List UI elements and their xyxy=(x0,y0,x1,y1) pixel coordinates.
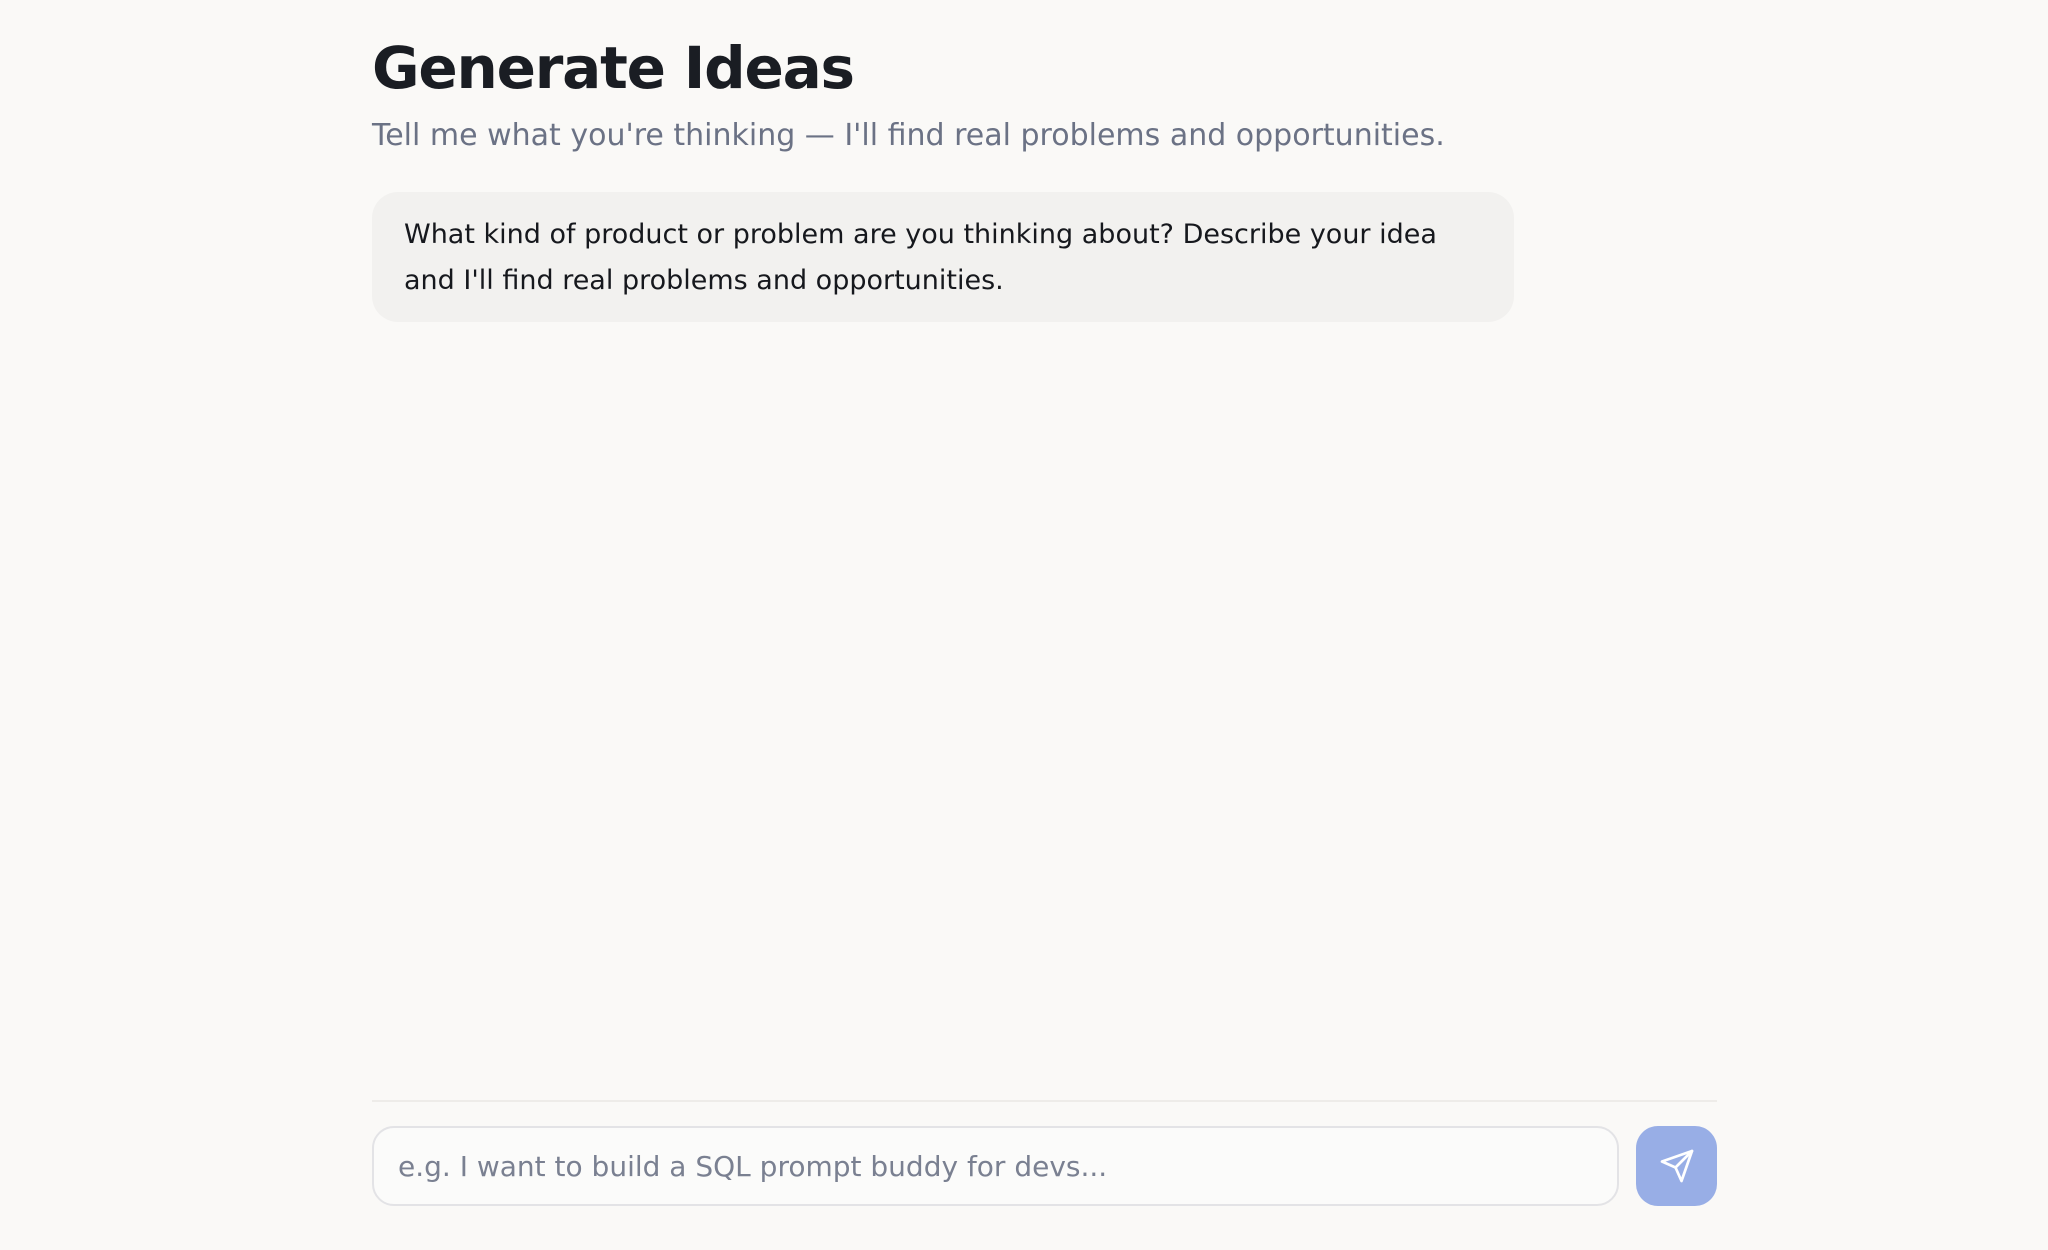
main-content: Generate Ideas Tell me what you're think… xyxy=(372,0,1717,1250)
idea-input[interactable] xyxy=(372,1126,1619,1206)
page-title: Generate Ideas xyxy=(372,34,855,102)
send-button[interactable] xyxy=(1636,1126,1717,1206)
page: Generate Ideas Tell me what you're think… xyxy=(0,0,2048,1250)
page-subtitle: Tell me what you're thinking — I'll find… xyxy=(372,118,1445,153)
send-icon xyxy=(1659,1148,1695,1184)
composer-divider xyxy=(372,1100,1717,1102)
assistant-message: What kind of product or problem are you … xyxy=(372,192,1514,322)
